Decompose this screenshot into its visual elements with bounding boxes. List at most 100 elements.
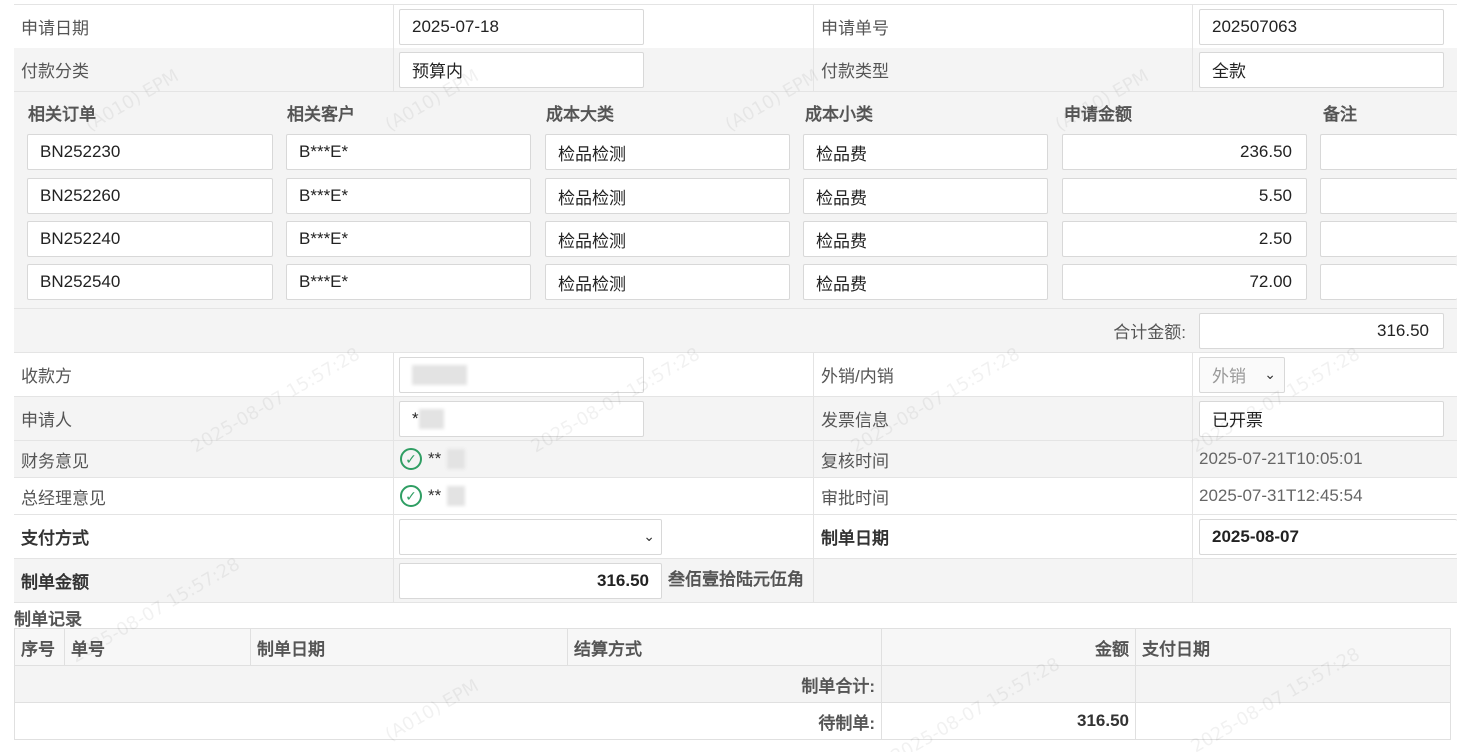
major-input[interactable]: 检品检测 [545, 221, 790, 257]
note-input[interactable] [1320, 221, 1457, 257]
row-apply-date: 申请日期 2025-07-18 申请单号 202507063 [14, 4, 1457, 49]
pending-label: 待制单: [14, 702, 882, 740]
records-pending-row: 待制单: 316.50 [14, 702, 1451, 740]
sales-type-cell: 外销 ⌄ [1193, 353, 1457, 396]
pay-type-cell: 全款 [1193, 48, 1457, 91]
col-header-major: 成本大类 [546, 104, 614, 124]
sales-type-select[interactable]: 外销 ⌄ [1199, 356, 1285, 393]
row-applicant: 申请人 * 发票信息 已开票 [14, 397, 1457, 441]
customer-input[interactable]: B***E* [286, 134, 531, 170]
records-subtotal-row: 制单合计: [14, 665, 1451, 703]
pay-category-input[interactable]: 预算内 [399, 51, 644, 88]
records-header-row: 序号 单号 制单日期 结算方式 金额 支付日期 [14, 628, 1451, 666]
records-col-index: 序号 [14, 628, 65, 666]
major-input[interactable]: 检品检测 [545, 178, 790, 214]
order-input[interactable]: BN252540 [27, 264, 273, 300]
minor-input[interactable]: 检品费 [803, 178, 1048, 214]
major-input[interactable]: 检品检测 [545, 264, 790, 300]
customer-input[interactable]: B***E* [286, 264, 531, 300]
bill-date-input[interactable]: 2025-08-07 [1199, 518, 1457, 555]
minor-input[interactable]: 检品费 [803, 264, 1048, 300]
records-col-amount: 金额 [881, 628, 1136, 666]
payee-input[interactable] [399, 356, 644, 393]
customer-input[interactable]: B***E* [286, 178, 531, 214]
bill-date-cell: 2025-08-07 [1193, 515, 1457, 558]
total-amount-input[interactable]: 316.50 [1199, 312, 1444, 349]
chevron-down-icon: ⌄ [643, 528, 655, 544]
chevron-down-icon: ⌄ [1264, 366, 1276, 382]
col-header-minor: 成本小类 [805, 104, 873, 124]
invoice-input[interactable]: 已开票 [1199, 400, 1444, 437]
amount-input[interactable]: 72.00 [1062, 264, 1307, 300]
total-label: 合计金额: [1113, 323, 1186, 342]
payee-label: 收款方 [14, 353, 394, 396]
row-pay-category: 付款分类 预算内 付款类型 全款 [14, 48, 1457, 92]
apply-no-input[interactable]: 202507063 [1199, 8, 1444, 45]
applicant-input[interactable]: * [399, 400, 644, 437]
note-input[interactable] [1320, 134, 1457, 170]
col-header-note: 备注 [1323, 104, 1357, 124]
order-input[interactable]: BN252230 [27, 134, 273, 170]
review-time-value: 2025-07-21T10:05:01 [1199, 449, 1363, 468]
amount-input[interactable]: 2.50 [1062, 221, 1307, 257]
pay-method-select[interactable]: ⌄ [399, 518, 662, 555]
minor-input[interactable]: 检品费 [803, 134, 1048, 170]
empty-cell [1193, 559, 1457, 602]
col-header-order: 相关订单 [28, 104, 96, 124]
gm-cell: ✓ ** [394, 478, 814, 514]
empty-cell [1135, 702, 1451, 740]
records-title: 制单记录 [14, 610, 82, 629]
invoice-cell: 已开票 [1193, 397, 1457, 440]
major-input[interactable]: 检品检测 [545, 134, 790, 170]
finance-cell: ✓ ** [394, 441, 814, 477]
total-cell: 316.50 [1193, 309, 1457, 352]
redacted-payee [412, 364, 467, 385]
amount-input[interactable]: 236.50 [1062, 134, 1307, 170]
apply-date-label: 申请日期 [14, 5, 394, 48]
check-circle-icon: ✓ [400, 448, 422, 470]
note-input[interactable] [1320, 178, 1457, 214]
apply-date-input[interactable]: 2025-07-18 [399, 8, 644, 45]
minor-input[interactable]: 检品费 [803, 221, 1048, 257]
applicant-cell: * [394, 397, 814, 440]
pay-method-label: 支付方式 [14, 515, 394, 558]
pay-category-label: 付款分类 [14, 48, 394, 91]
finance-approver: ** [428, 449, 442, 468]
subtotal-label: 制单合计: [14, 665, 882, 703]
records-table: 序号 单号 制单日期 结算方式 金额 支付日期 制单合计: 待制单: 316.5… [14, 628, 1451, 740]
subtotal-value [881, 665, 1136, 703]
records-col-paydate: 支付日期 [1135, 628, 1451, 666]
bill-date-label: 制单日期 [814, 515, 1193, 558]
note-input[interactable] [1320, 264, 1457, 300]
check-circle-icon: ✓ [400, 485, 422, 507]
amount-input[interactable]: 5.50 [1062, 178, 1307, 214]
approve-time-label: 审批时间 [814, 478, 1193, 514]
bill-amount-cell: 316.50 叁佰壹拾陆元伍角 [394, 559, 814, 602]
apply-no-cell: 202507063 [1193, 5, 1457, 48]
order-input[interactable]: BN252260 [27, 178, 273, 214]
apply-no-label: 申请单号 [814, 5, 1193, 48]
redacted-finance [447, 449, 466, 469]
pay-type-input[interactable]: 全款 [1199, 51, 1444, 88]
sales-type-label: 外销/内销 [814, 353, 1193, 396]
customer-input[interactable]: B***E* [286, 221, 531, 257]
row-gm: 总经理意见 ✓ ** 审批时间 2025-07-31T12:45:54 [14, 478, 1457, 515]
empty-cell [1135, 665, 1451, 703]
bill-amount-words: 叁佰壹拾陆元伍角 [668, 570, 804, 589]
col-header-amount: 申请金额 [1064, 104, 1132, 124]
payee-cell [394, 353, 814, 396]
bill-amount-input[interactable]: 316.50 [399, 562, 662, 599]
pay-type-label: 付款类型 [814, 48, 1193, 91]
pay-method-cell: ⌄ [394, 515, 814, 558]
row-total: 合计金额: 316.50 [14, 309, 1457, 353]
gm-approver: ** [428, 486, 442, 505]
order-input[interactable]: BN252240 [27, 221, 273, 257]
detail-grid: 相关订单 相关客户 成本大类 成本小类 申请金额 备注 BN252230 B**… [18, 92, 1457, 306]
redacted-gm [447, 486, 466, 506]
records-col-method: 结算方式 [567, 628, 882, 666]
records-col-no: 单号 [64, 628, 251, 666]
col-header-customer: 相关客户 [287, 104, 355, 124]
approve-time-value: 2025-07-31T12:45:54 [1199, 486, 1363, 505]
row-payee: 收款方 外销/内销 外销 ⌄ [14, 353, 1457, 397]
apply-date-cell: 2025-07-18 [394, 5, 814, 48]
